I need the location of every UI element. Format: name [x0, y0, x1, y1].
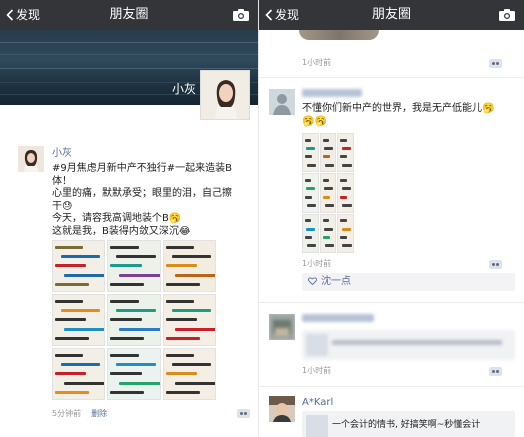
post-line: #9月焦虑月新中产不独行#一起来造装B	[52, 163, 232, 174]
nav-bar: 发现 朋友圈	[259, 0, 524, 30]
previous-post-image[interactable]	[299, 30, 379, 40]
back-button[interactable]: 发现	[6, 7, 40, 23]
author-name[interactable]: A*Karl	[302, 397, 333, 409]
photo-thumbnail[interactable]	[52, 294, 106, 346]
comment-menu-icon[interactable]	[489, 59, 502, 68]
post-line: 今天，请容我高调地装个B🥱	[52, 213, 182, 224]
post-line: 干😓	[52, 200, 73, 212]
photo-thumbnail[interactable]	[319, 133, 337, 173]
profile-avatar[interactable]	[200, 70, 250, 120]
post-line: 🥱🥱	[302, 115, 327, 127]
post-time: 1小时前	[302, 259, 332, 268]
back-label: 发现	[275, 8, 300, 22]
post-time: 1小时前	[302, 366, 332, 375]
photo-thumbnail[interactable]	[319, 213, 337, 253]
photo-grid	[52, 240, 216, 400]
photo-thumbnail[interactable]	[337, 213, 354, 253]
chevron-left-icon	[265, 9, 273, 21]
photo-thumbnail[interactable]	[107, 348, 161, 400]
likes-panel: 沈一点	[302, 273, 515, 291]
link-thumbnail	[306, 415, 328, 437]
nav-bar: 发现 朋友圈	[0, 0, 258, 30]
author-name[interactable]	[302, 89, 362, 97]
left-moments-screen: 发现 朋友圈 小灰 小灰 #9月焦虑月新中产不独行#一起来造装B 体！ 心里的痛…	[0, 0, 258, 437]
back-button[interactable]: 发现	[265, 7, 299, 23]
camera-icon[interactable]	[498, 8, 516, 22]
shared-link-card[interactable]	[302, 330, 515, 360]
author-name[interactable]	[302, 314, 374, 322]
photo-thumbnail[interactable]	[162, 240, 216, 292]
photo-thumbnail[interactable]	[52, 348, 106, 400]
post-line: 体！	[52, 175, 72, 187]
photo-thumbnail[interactable]	[337, 173, 354, 213]
right-moments-screen: 发现 朋友圈 1小时前 不懂你们新中产的世界，我是无产低能儿🥱 🥱🥱 1小时前 …	[258, 0, 524, 437]
back-label: 发现	[16, 8, 41, 22]
photo-thumbnail[interactable]	[162, 348, 216, 400]
photo-thumbnail[interactable]	[107, 294, 161, 346]
post-text: #9月焦虑月新中产不独行#一起来造装B 体！ 心里的痛，默默承受；眼里的泪，自己…	[52, 163, 252, 238]
photo-thumbnail[interactable]	[337, 133, 354, 173]
author-avatar[interactable]	[269, 314, 295, 340]
comment-menu-icon[interactable]	[489, 367, 502, 376]
author-avatar[interactable]	[269, 89, 295, 115]
camera-icon[interactable]	[232, 8, 250, 22]
author-avatar[interactable]	[269, 396, 295, 422]
avatar-image	[201, 71, 249, 119]
photo-thumbnail[interactable]	[52, 240, 106, 292]
comment-menu-icon[interactable]	[489, 260, 502, 269]
cover-username: 小灰	[171, 82, 196, 96]
post-text: 不懂你们新中产的世界，我是无产低能儿🥱 🥱🥱	[302, 103, 522, 128]
post-time: 1小时前	[302, 58, 332, 67]
link-title: 一个会计的情书, 好搞笑啊~秒懂会计	[332, 420, 481, 430]
photo-thumbnail[interactable]	[162, 294, 216, 346]
author-avatar[interactable]	[18, 146, 44, 172]
photo-thumbnail[interactable]	[107, 240, 161, 292]
delete-button[interactable]: 删除	[91, 409, 107, 418]
shared-link-card[interactable]: 一个会计的情书, 好搞笑啊~秒懂会计	[302, 411, 515, 437]
photo-thumbnail[interactable]	[302, 173, 319, 213]
post-meta: 5分钟前 删除	[52, 409, 107, 419]
post-line: 心里的痛，默默承受；眼里的泪，自己擦	[52, 188, 232, 199]
post-line: 这就是我，B装得内敛又深沉😂	[52, 225, 191, 237]
liker-name[interactable]: 沈一点	[321, 276, 351, 288]
photo-grid	[302, 133, 354, 253]
photo-thumbnail[interactable]	[302, 133, 319, 173]
comment-menu-icon[interactable]	[237, 409, 250, 418]
chevron-left-icon	[6, 9, 14, 21]
heart-icon	[308, 277, 317, 285]
photo-thumbnail[interactable]	[319, 173, 337, 213]
photo-thumbnail[interactable]	[302, 213, 319, 253]
author-name[interactable]: 小灰	[52, 148, 72, 160]
post-line: 不懂你们新中产的世界，我是无产低能儿🥱	[302, 103, 495, 114]
post-time: 5分钟前	[52, 409, 82, 418]
